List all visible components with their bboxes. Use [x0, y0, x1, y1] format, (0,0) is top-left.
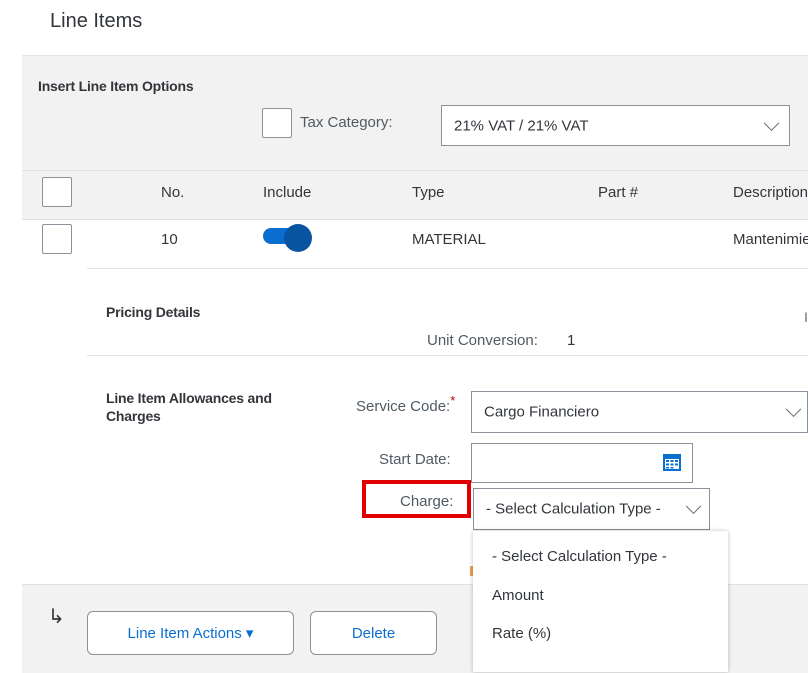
pricing-edge-text: I [804, 309, 808, 325]
column-header-no[interactable]: No. [161, 184, 184, 201]
start-date-input[interactable] [471, 443, 693, 483]
line-item-actions-button[interactable]: Line Item Actions ▾ [87, 611, 294, 655]
unit-conversion-value: 1 [567, 332, 576, 349]
calendar-icon[interactable] [662, 452, 682, 472]
tax-category-value: 21% VAT / 21% VAT [454, 117, 589, 134]
pricing-divider [87, 355, 808, 356]
allowances-title: Line Item Allowances and Charges [106, 390, 272, 424]
unit-conversion-label: Unit Conversion: [427, 332, 538, 349]
service-code-value: Cargo Financiero [484, 403, 600, 421]
delete-button[interactable]: Delete [310, 611, 437, 655]
service-code-label-text: Service Code: [356, 398, 451, 415]
row-checkbox[interactable] [42, 224, 72, 254]
calculation-type-dropdown: - Select Calculation Type - Amount Rate … [473, 531, 728, 672]
return-arrow-icon: ↳ [48, 606, 65, 628]
dropdown-option-rate[interactable]: Rate (%) [492, 625, 551, 642]
column-header-part[interactable]: Part # [598, 184, 638, 201]
include-toggle-knob[interactable] [284, 224, 312, 252]
tax-category-label: Tax Category: [300, 114, 393, 131]
charge-calculation-select[interactable]: - Select Calculation Type - [473, 488, 710, 530]
row-type: MATERIAL [412, 231, 486, 248]
tax-category-checkbox[interactable] [262, 108, 292, 138]
chevron-down-icon [763, 114, 780, 131]
dropdown-option-amount[interactable]: Amount [492, 587, 544, 604]
column-header-include[interactable]: Include [263, 184, 311, 201]
row-divider [87, 268, 808, 269]
charge-label: Charge: [400, 493, 454, 510]
insert-options-title: Insert Line Item Options [38, 78, 194, 94]
pricing-details-title: Pricing Details [106, 304, 201, 320]
tax-category-select[interactable]: 21% VAT / 21% VAT [441, 105, 790, 146]
column-header-description[interactable]: Description [733, 184, 808, 201]
column-header-type[interactable]: Type [412, 184, 445, 201]
row-description: Mantenimie [733, 231, 808, 248]
chevron-down-icon [685, 498, 702, 515]
chevron-down-icon [785, 401, 802, 418]
required-mark: * [450, 393, 456, 408]
service-code-select[interactable]: Cargo Financiero [471, 391, 808, 433]
page-title: Line Items [50, 10, 143, 32]
start-date-label: Start Date: [379, 451, 451, 468]
service-code-label: Service Code:* [356, 393, 455, 415]
charge-calculation-value: - Select Calculation Type - [486, 500, 661, 518]
dropdown-option-select[interactable]: - Select Calculation Type - [492, 548, 667, 565]
row-no: 10 [161, 231, 178, 248]
select-all-checkbox[interactable] [42, 177, 72, 207]
